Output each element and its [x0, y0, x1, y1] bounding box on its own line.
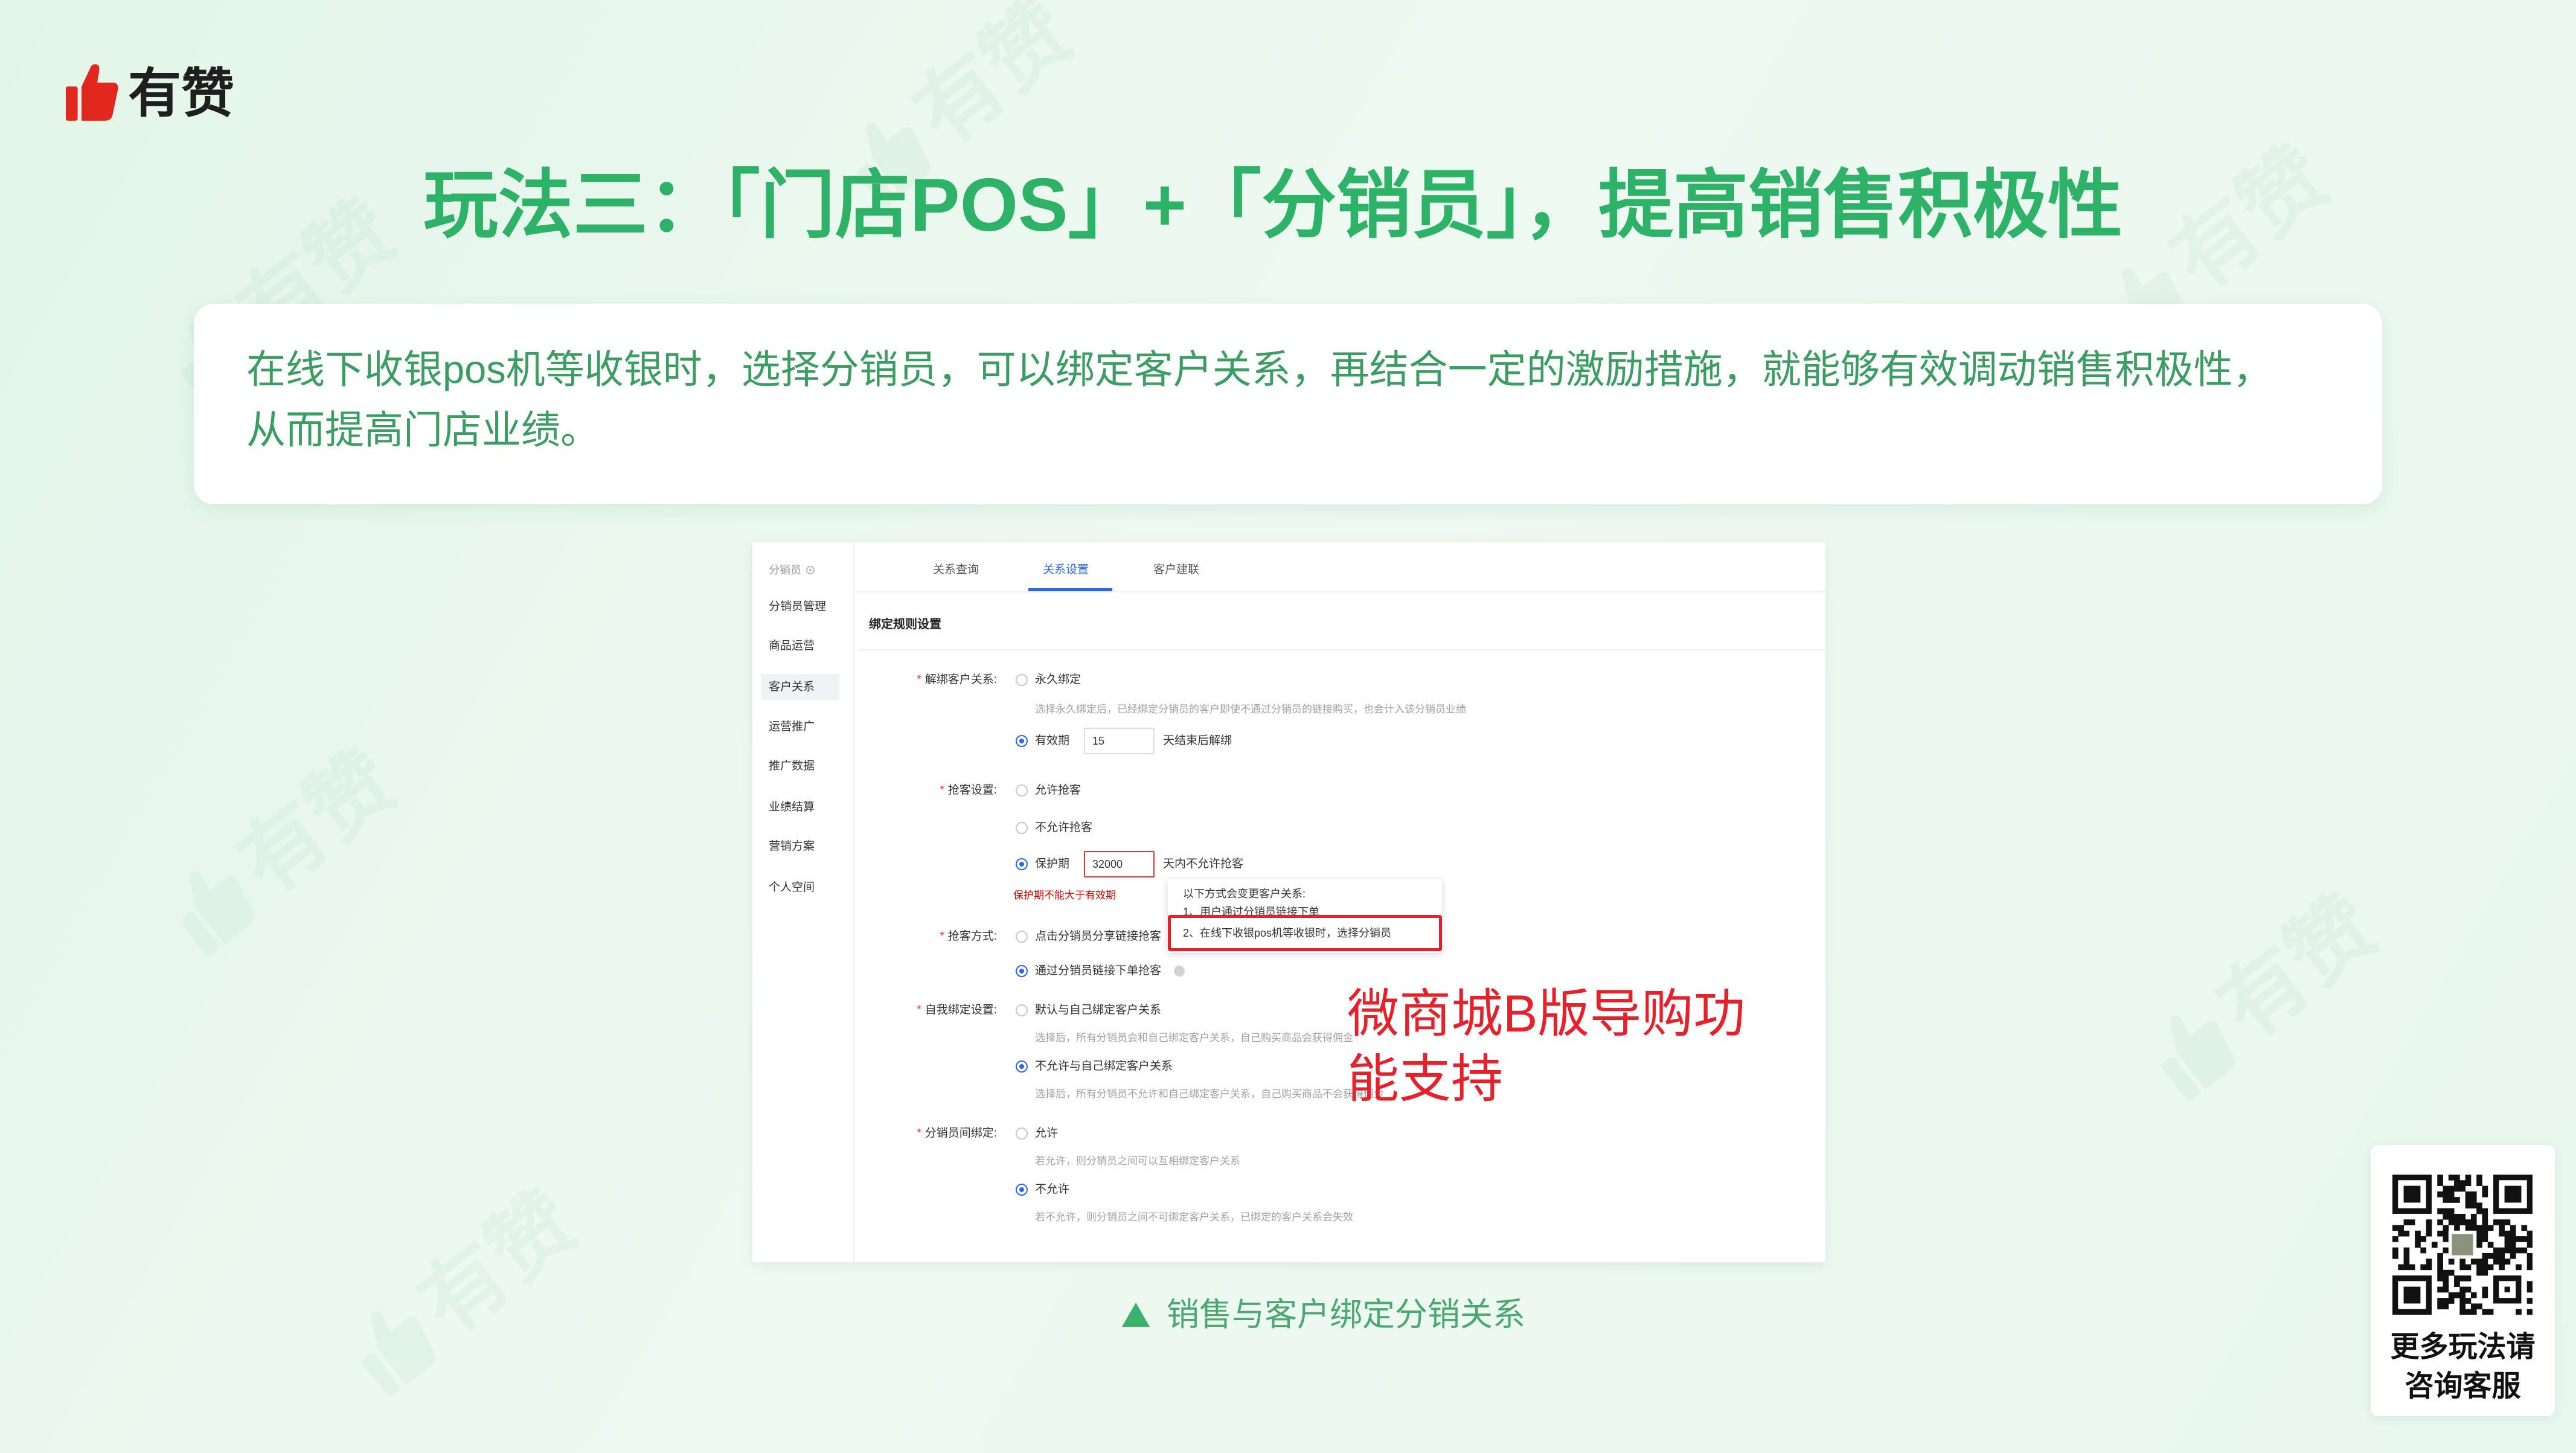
sidebar-item-customer-relations[interactable]: 客户关系 [761, 674, 839, 700]
radio-peer-bind-deny[interactable] [1016, 1184, 1028, 1196]
active-tab-indicator [1028, 588, 1112, 591]
self-bind-label: * 自我绑定设置: [867, 1001, 997, 1019]
help-self-bind-default: 选择后，所有分销员会和自己绑定客户关系，自己购买商品会获得佣金 [1035, 1032, 1353, 1044]
qr-text-line-1: 更多玩法请 [2390, 1331, 2536, 1363]
unbind-label: * 解绑客户关系: [867, 671, 997, 689]
option-self-bind-deny[interactable]: 不允许与自己绑定客户关系 [1035, 1057, 1173, 1076]
radio-validity-period[interactable] [1016, 735, 1028, 747]
sidebar-item-promotion[interactable]: 运营推广 [761, 714, 839, 740]
sidebar-item-settlement[interactable]: 业绩结算 [761, 794, 839, 820]
watermark: 有赞 [2136, 877, 2394, 1108]
option-self-bind-default[interactable]: 默认与自己绑定客户关系 [1035, 1001, 1161, 1019]
tab-relation-settings[interactable]: 关系设置 [1043, 561, 1089, 579]
validity-suffix: 天结束后解绑 [1163, 734, 1232, 747]
watermark-text: 有赞 [2202, 877, 2394, 1057]
watermark-text: 有赞 [897, 0, 1089, 163]
annotation-text: 微商城B版导购功能支持 [1347, 985, 1746, 1108]
highlight-box: 2、在线下收银pos机等收银时，选择分销员 [1168, 915, 1442, 951]
grab-method-label: * 抢客方式: [867, 928, 997, 946]
option-validity-period[interactable]: 有效期 [1035, 732, 1069, 750]
sidebar: 分销员 分销员管理 商品运营 客户关系 运营推广 推广数据 业绩结算 营销方案 … [752, 542, 854, 1262]
triangle-up-icon [1122, 1303, 1150, 1327]
section-divider [858, 649, 1825, 650]
watermark-text: 有赞 [402, 1173, 594, 1353]
radio-allow-grab[interactable] [1016, 784, 1028, 797]
radio-click-share-link[interactable] [1016, 931, 1028, 943]
section-title: 绑定规则设置 [869, 618, 941, 631]
radio-peer-bind-allow[interactable] [1016, 1127, 1028, 1140]
qr-contact-box: 更多玩法请 咨询客服 [2371, 1145, 2555, 1416]
tab-bar-border [854, 591, 1825, 592]
help-peer-bind-deny: 若不允许，则分销员之间不可绑定客户关系，已绑定的客户关系会失效 [1035, 1211, 1353, 1223]
help-peer-bind-allow: 若允许，则分销员之间可以互相绑定客户关系 [1035, 1155, 1240, 1167]
peer-bind-label: * 分销员间绑定: [867, 1124, 997, 1143]
option-order-via-link[interactable]: 通过分销员链接下单抢客 [1035, 962, 1161, 980]
sidebar-item-personal-space[interactable]: 个人空间 [761, 874, 839, 900]
tab-customer-contact[interactable]: 客户建联 [1153, 561, 1199, 579]
radio-order-via-link[interactable] [1016, 965, 1028, 977]
intro-line-2: 从而提高门店业绩。 [246, 408, 600, 452]
protection-suffix: 天内不允许抢客 [1163, 858, 1244, 870]
qr-code [2392, 1175, 2533, 1315]
peer-bind-label-text: 分销员间绑定: [924, 1127, 997, 1140]
sidebar-item-marketing-plan[interactable]: 营销方案 [761, 833, 839, 859]
validity-days-input[interactable] [1084, 728, 1155, 754]
intro-card: 在线下收银pos机等收银时，选择分销员，可以绑定客户关系，再结合一定的激励措施，… [194, 304, 2382, 504]
embedded-screenshot: 分销员 分销员管理 商品运营 客户关系 运营推广 推广数据 业绩结算 营销方案 … [752, 542, 1825, 1262]
option-deny-grab[interactable]: 不允许抢客 [1035, 819, 1092, 837]
watermark: 有赞 [337, 1173, 594, 1403]
brand-logo-text: 有赞 [128, 63, 235, 123]
unbind-label-text: 解绑客户关系: [924, 673, 997, 686]
tooltip-item-2: 2、在线下收银pos机等收银时，选择分销员 [1183, 927, 1392, 939]
required-mark: * [940, 930, 944, 943]
required-mark: * [917, 673, 921, 686]
radio-permanent-bind[interactable] [1016, 674, 1028, 686]
tooltip-title: 以下方式会变更客户关系: [1183, 888, 1306, 900]
watermark: 有赞 [156, 733, 413, 963]
option-allow-grab[interactable]: 允许抢客 [1035, 781, 1081, 800]
grab-setting-label: * 抢客设置: [867, 781, 997, 800]
required-mark: * [940, 784, 944, 797]
required-mark: * [917, 1127, 921, 1140]
intro-line-1: 在线下收银pos机等收银时，选择分销员，可以绑定客户关系，再结合一定的激励措施，… [246, 347, 2272, 391]
help-permanent-bind: 选择永久绑定后，已经绑定分销员的客户即使不通过分销员的链接购买，也会计入该分销员… [1035, 704, 1466, 715]
help-self-bind-deny: 选择后，所有分销员不允许和自己绑定客户关系，自己购买商品不会获得佣金 [1035, 1088, 1384, 1100]
figure-caption: 销售与客户绑定分销关系 [1122, 1297, 1525, 1333]
sidebar-item-promotion-data[interactable]: 推广数据 [761, 753, 839, 779]
option-protection-period[interactable]: 保护期 [1035, 855, 1069, 873]
option-click-share-link[interactable]: 点击分销员分享链接抢客 [1035, 928, 1161, 946]
thumbs-up-icon [66, 62, 118, 121]
collapse-icon[interactable] [806, 566, 815, 574]
protection-days-input[interactable] [1084, 851, 1155, 877]
option-permanent-bind[interactable]: 永久绑定 [1035, 671, 1081, 689]
sidebar-header[interactable]: 分销员 [769, 561, 815, 579]
watermark-text: 有赞 [221, 733, 413, 912]
self-bind-label-text: 自我绑定设置: [924, 1004, 997, 1016]
radio-self-bind-deny[interactable] [1016, 1060, 1028, 1073]
grab-setting-label-text: 抢客设置: [947, 784, 997, 797]
grab-method-label-text: 抢客方式: [947, 930, 997, 943]
sidebar-header-label: 分销员 [769, 564, 801, 576]
required-mark: * [917, 1004, 921, 1016]
radio-self-bind-default[interactable] [1016, 1004, 1028, 1016]
page-title: 玩法三：「门店POS」+「分销员」，提高销售积极性 [423, 164, 2123, 247]
option-peer-bind-allow[interactable]: 允许 [1035, 1124, 1058, 1143]
radio-protection-period[interactable] [1016, 858, 1028, 870]
caption-text: 销售与客户绑定分销关系 [1167, 1297, 1525, 1333]
sidebar-item-distributor-management[interactable]: 分销员管理 [761, 594, 839, 620]
protection-error-message: 保护期不能大于有效期 [1013, 890, 1116, 901]
qr-text-line-2: 咨询客服 [2405, 1370, 2521, 1402]
option-peer-bind-deny[interactable]: 不允许 [1035, 1181, 1069, 1199]
radio-deny-grab[interactable] [1016, 822, 1028, 834]
info-icon[interactable] [1174, 966, 1185, 977]
tab-relation-query[interactable]: 关系查询 [933, 561, 979, 579]
sidebar-item-product-ops[interactable]: 商品运营 [761, 633, 839, 659]
